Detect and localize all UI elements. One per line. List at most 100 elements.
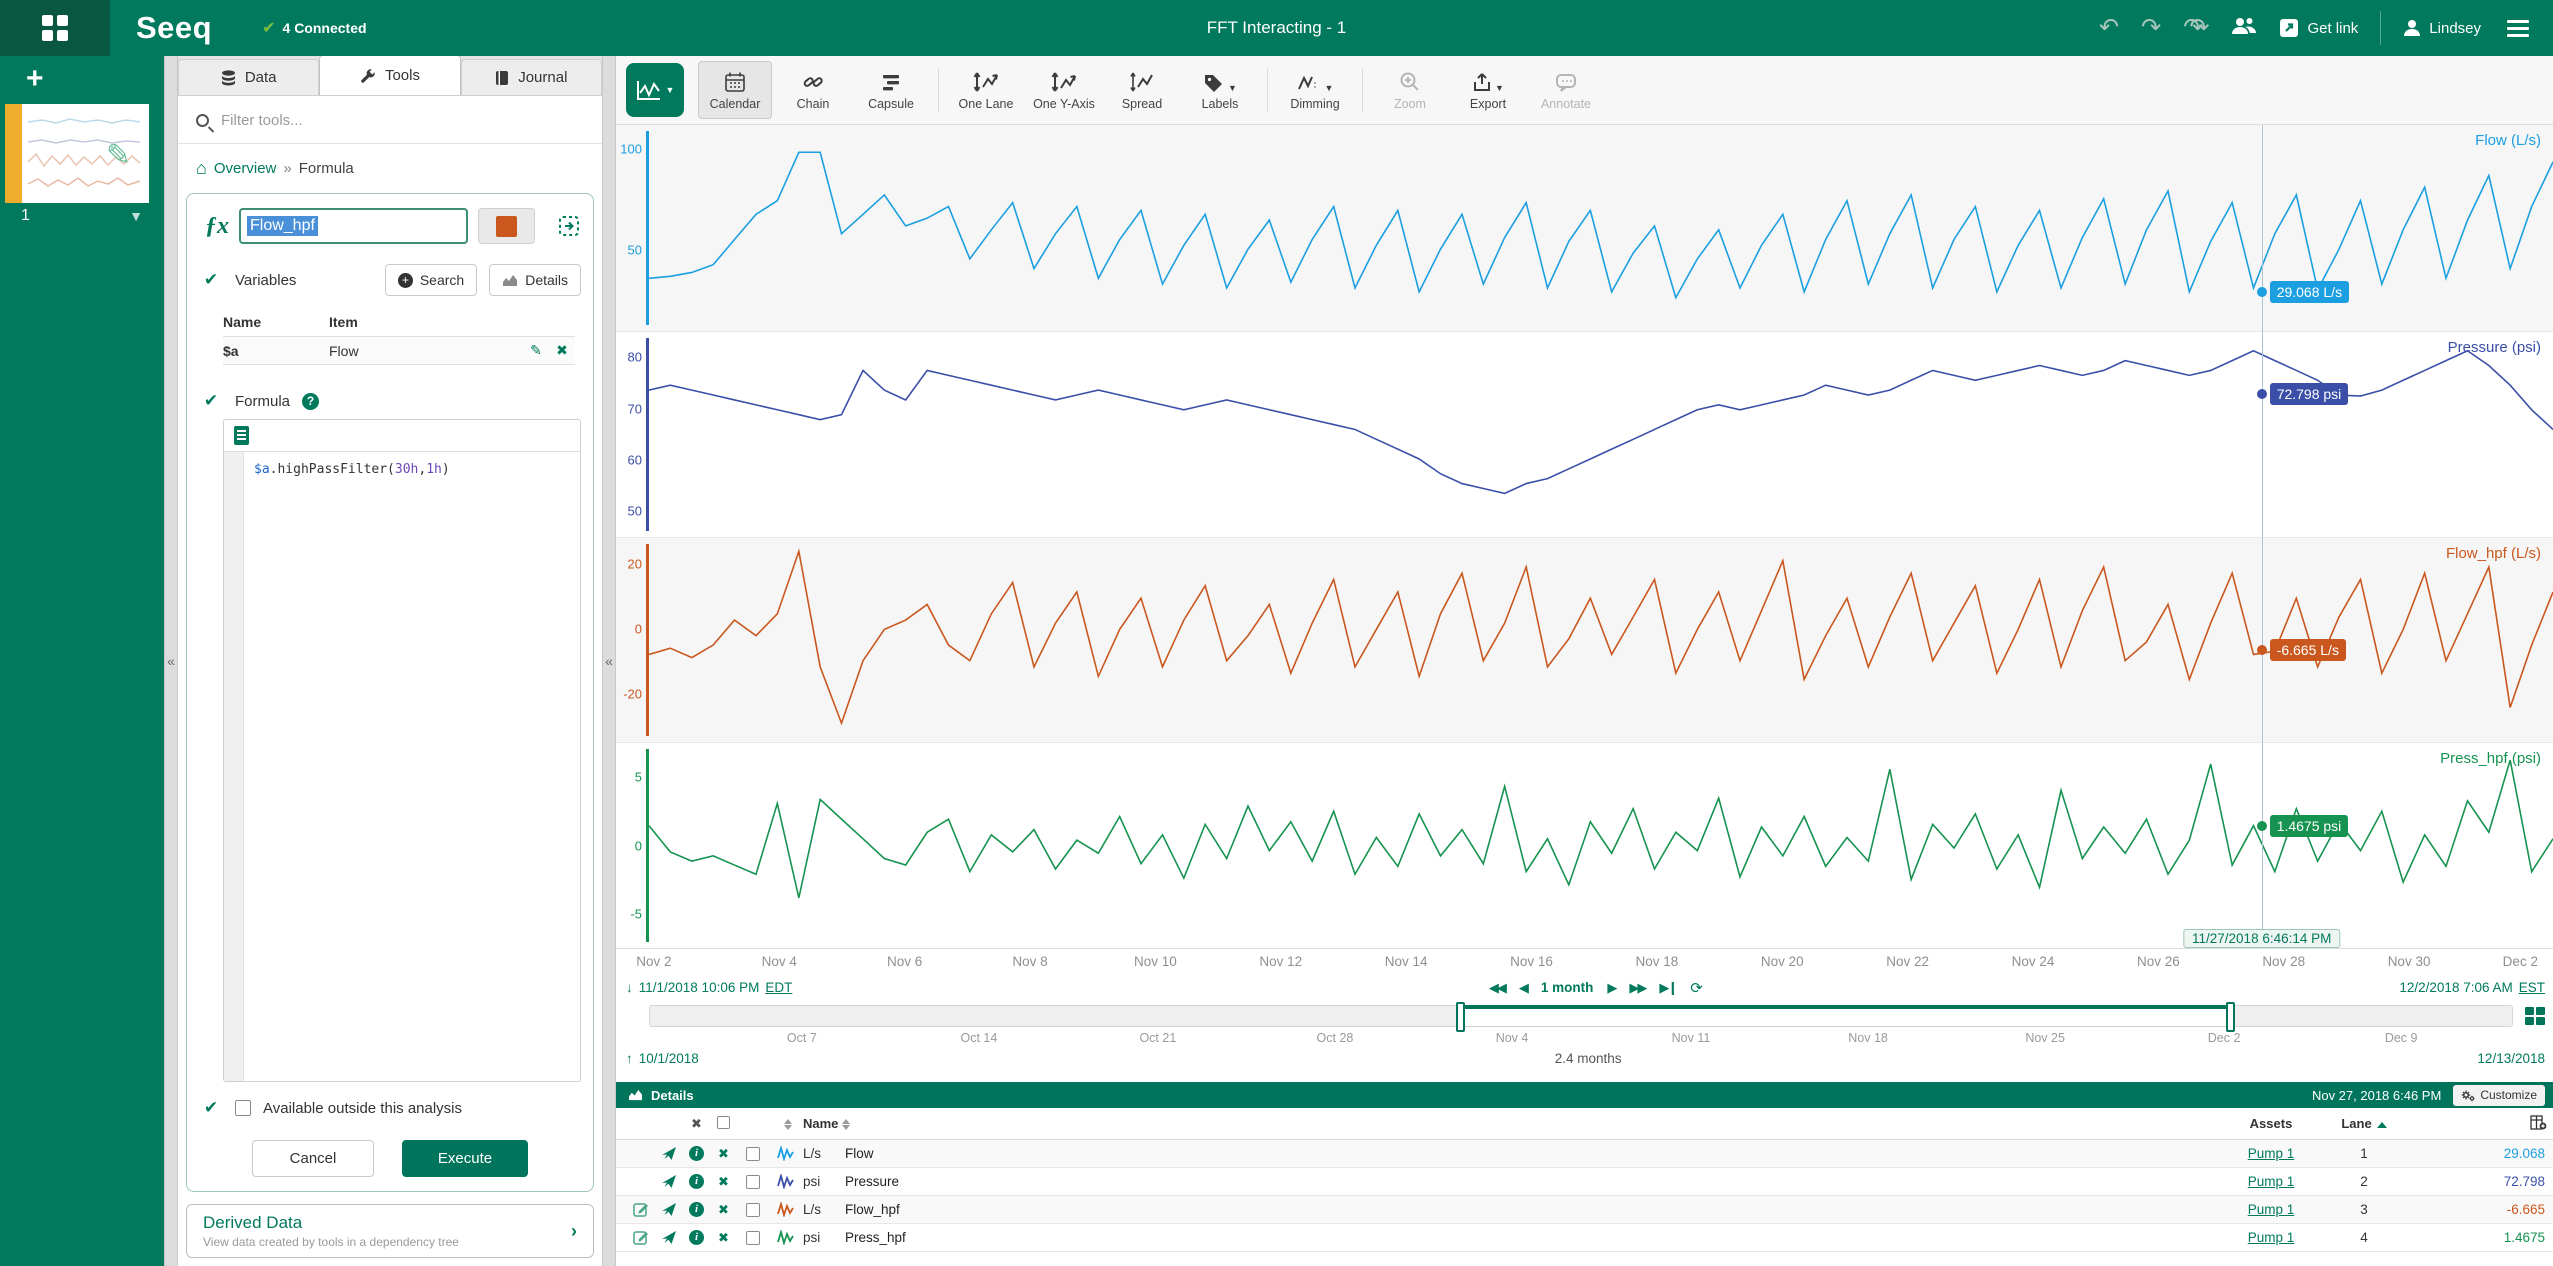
- send-to-trend-icon[interactable]: [656, 1175, 683, 1189]
- toolbar-export-button[interactable]: ▼ Export: [1451, 61, 1525, 119]
- range-start[interactable]: 11/1/2018 10:06 PM: [639, 980, 760, 995]
- tab-data[interactable]: Data: [178, 59, 319, 95]
- execute-button[interactable]: Execute: [402, 1140, 528, 1177]
- tab-tools[interactable]: Tools: [319, 55, 460, 95]
- table-row-press-hpf[interactable]: i ✖ psi Press_hpf Pump 1 4 1.4675: [616, 1224, 2553, 1252]
- toolbar-dimming-button[interactable]: ▼ Dimming: [1278, 61, 1352, 119]
- tab-journal[interactable]: Journal: [461, 59, 602, 95]
- info-icon[interactable]: i: [683, 1174, 710, 1189]
- table-row-pressure[interactable]: i ✖ psi Pressure Pump 1 2 72.798: [616, 1168, 2553, 1196]
- variable-details-button[interactable]: Details: [489, 264, 581, 296]
- breadcrumb-overview-link[interactable]: Overview: [214, 160, 277, 177]
- remove-icon[interactable]: ✖: [710, 1174, 737, 1190]
- add-worksheet-button[interactable]: +: [0, 56, 164, 104]
- customize-button[interactable]: Customize: [2453, 1085, 2545, 1106]
- formula-name-input[interactable]: Flow_hpf: [239, 208, 468, 244]
- send-to-display-icon[interactable]: [557, 214, 581, 238]
- variable-search-button[interactable]: + Search: [385, 264, 477, 296]
- toolbar-capsule-button[interactable]: Capsule: [854, 61, 928, 119]
- available-outside-checkbox[interactable]: [235, 1100, 251, 1116]
- user-menu[interactable]: Lindsey: [2403, 19, 2481, 37]
- collapse-worksheets-handle[interactable]: «: [164, 56, 178, 1266]
- add-column-icon[interactable]: [2530, 1115, 2547, 1133]
- send-to-trend-icon[interactable]: [656, 1231, 683, 1245]
- worksheet-chevron-icon[interactable]: ▼: [129, 208, 143, 224]
- filter-tools-input[interactable]: Filter tools...: [178, 96, 602, 144]
- edit-formula-icon[interactable]: [626, 1202, 656, 1217]
- row-checkbox[interactable]: [746, 1147, 760, 1161]
- column-header-lane[interactable]: Lane: [2331, 1116, 2397, 1131]
- table-row-flow-hpf[interactable]: i ✖ L/s Flow_hpf Pump 1 3 -6.665: [616, 1196, 2553, 1224]
- toolbar-labels-button[interactable]: ▼ Labels: [1183, 61, 1257, 119]
- range-duration[interactable]: 1 month: [1541, 980, 1594, 995]
- remove-icon[interactable]: ✖: [710, 1202, 737, 1218]
- info-icon[interactable]: i: [683, 1202, 710, 1217]
- undo-icon[interactable]: ↶: [2099, 16, 2119, 40]
- row-checkbox[interactable]: [746, 1203, 760, 1217]
- info-icon[interactable]: i: [683, 1230, 710, 1245]
- step-back-icon[interactable]: ◀: [1519, 980, 1527, 996]
- column-header-name[interactable]: Name: [803, 1116, 2211, 1131]
- remove-icon[interactable]: ✖: [710, 1146, 737, 1162]
- range-end-tz-link[interactable]: EST: [2519, 980, 2545, 995]
- toolbar-spread-button[interactable]: Spread: [1105, 61, 1179, 119]
- delete-variable-icon[interactable]: ✖: [549, 342, 575, 359]
- column-header-assets[interactable]: Assets: [2211, 1116, 2331, 1131]
- range-end[interactable]: 12/2/2018 7:06 AM: [2399, 980, 2512, 995]
- remove-all-icon[interactable]: ✖: [683, 1116, 710, 1132]
- edit-variable-icon[interactable]: ✎: [523, 342, 549, 359]
- get-link-button[interactable]: Get link: [2279, 18, 2358, 38]
- menu-icon[interactable]: [2503, 16, 2533, 41]
- trend-chart[interactable]: 10050 Flow (L/s) 29.068 L/s 80706050 Pre…: [616, 125, 2553, 948]
- edit-formula-icon[interactable]: [626, 1230, 656, 1245]
- toolbar-one-yaxis-button[interactable]: One Y-Axis: [1027, 61, 1101, 119]
- toolbar-calendar-button[interactable]: Calendar: [698, 61, 772, 119]
- step-forward-fast-icon[interactable]: ▶▶: [1629, 980, 1645, 996]
- row-checkbox[interactable]: [746, 1175, 760, 1189]
- toolbar-one-lane-button[interactable]: One Lane: [949, 61, 1023, 119]
- scrubber-handle-right[interactable]: [2226, 1002, 2235, 1032]
- refresh-icon[interactable]: ⟳: [1690, 979, 1703, 997]
- timeline-expand-icon[interactable]: [2523, 1005, 2547, 1027]
- help-icon[interactable]: ?: [302, 393, 319, 410]
- scrubber-track[interactable]: [649, 1005, 2513, 1027]
- investigate-start[interactable]: 10/1/2018: [639, 1051, 699, 1066]
- asset-link[interactable]: Pump 1: [2248, 1202, 2295, 1217]
- cancel-button[interactable]: Cancel: [252, 1140, 374, 1177]
- formula-code[interactable]: $a.highPassFilter(30h,1h): [244, 452, 460, 1081]
- toolbar-chain-button[interactable]: Chain: [776, 61, 850, 119]
- asset-link[interactable]: Pump 1: [2248, 1174, 2295, 1189]
- scrubber-selection[interactable]: [1460, 1005, 2231, 1027]
- formula-editor[interactable]: $a.highPassFilter(30h,1h): [223, 419, 581, 1082]
- scrubber-handle-left[interactable]: [1456, 1002, 1465, 1032]
- users-icon[interactable]: [2231, 16, 2257, 41]
- formula-doc-icon[interactable]: [234, 426, 249, 445]
- select-all-checkbox[interactable]: [717, 1116, 730, 1129]
- remove-icon[interactable]: ✖: [710, 1230, 737, 1246]
- table-row-flow[interactable]: i ✖ L/s Flow Pump 1 1 29.068: [616, 1140, 2553, 1168]
- redo-all-icon[interactable]: ↷↷: [2183, 16, 2209, 40]
- info-icon[interactable]: i: [683, 1146, 710, 1161]
- asset-link[interactable]: Pump 1: [2248, 1230, 2295, 1245]
- asset-link[interactable]: Pump 1: [2248, 1146, 2295, 1161]
- worksheet-thumbnail[interactable]: ✎: [5, 104, 149, 203]
- investigate-end[interactable]: 12/13/2018: [2477, 1051, 2545, 1066]
- redo-icon[interactable]: ↷: [2141, 16, 2161, 40]
- view-mode-button[interactable]: ▼: [626, 63, 684, 117]
- step-to-end-icon[interactable]: ▶❙: [1659, 980, 1676, 996]
- investigate-duration[interactable]: 2.4 months: [699, 1051, 2478, 1066]
- sort-icon[interactable]: [784, 1119, 792, 1130]
- connection-status[interactable]: ✔ 4 Connected: [262, 18, 366, 38]
- send-to-trend-icon[interactable]: [656, 1147, 683, 1161]
- derived-data-card[interactable]: Derived Data View data created by tools …: [186, 1204, 594, 1258]
- sort-icon[interactable]: [842, 1119, 850, 1130]
- row-checkbox[interactable]: [746, 1231, 760, 1245]
- step-forward-icon[interactable]: ▶: [1607, 980, 1615, 996]
- range-start-tz-link[interactable]: EDT: [765, 980, 792, 995]
- step-back-fast-icon[interactable]: ◀◀: [1489, 980, 1505, 996]
- home-icon[interactable]: ⌂: [196, 158, 207, 179]
- app-switcher-button[interactable]: [0, 0, 110, 56]
- collapse-tools-handle[interactable]: «: [602, 56, 616, 1266]
- send-to-trend-icon[interactable]: [656, 1203, 683, 1217]
- color-picker-button[interactable]: [478, 208, 535, 244]
